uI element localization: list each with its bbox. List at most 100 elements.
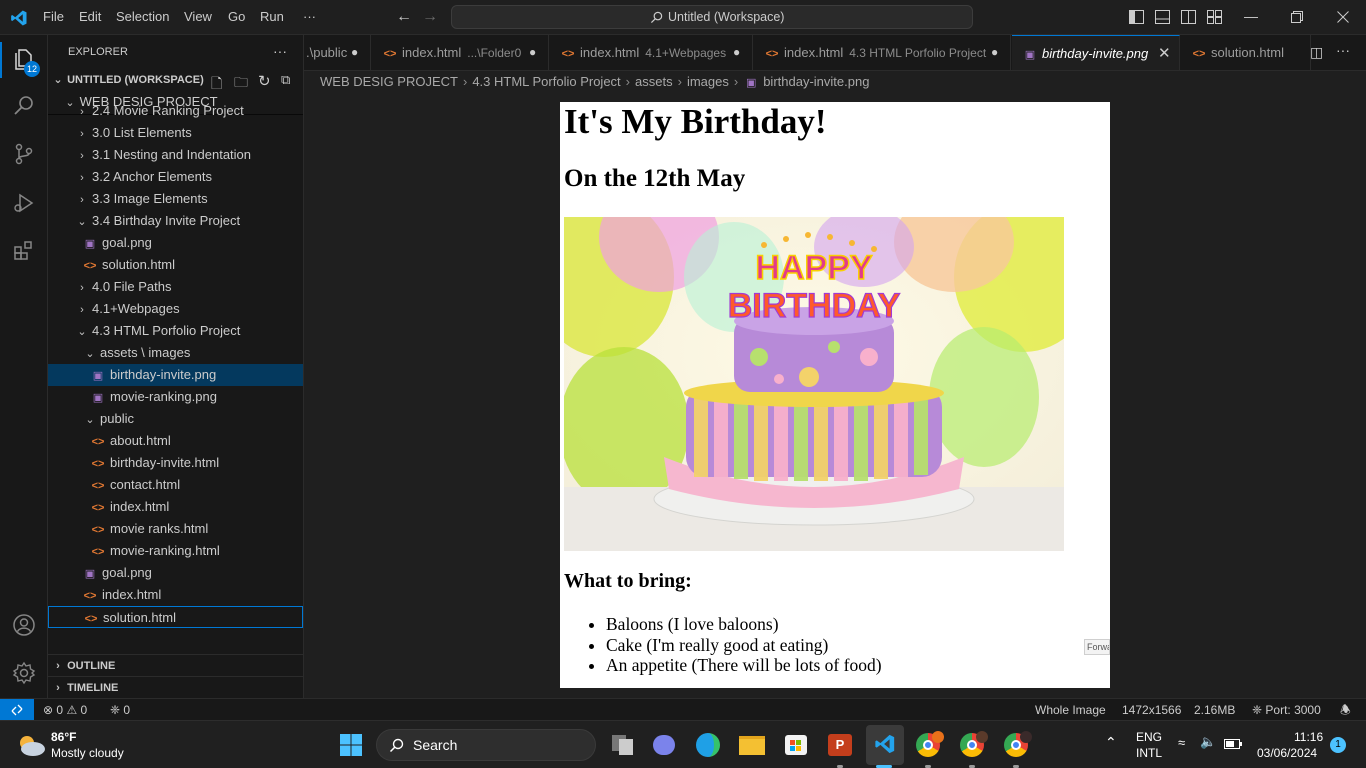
- tree-file[interactable]: <> contact.html: [48, 474, 303, 496]
- image-preview[interactable]: It's My Birthday! On the 12th May HAPPY …: [560, 102, 1110, 688]
- unsaved-dot-icon[interactable]: ●: [529, 35, 536, 70]
- tree-file[interactable]: ▣ goal.png: [48, 562, 303, 584]
- tree-file[interactable]: <> index.html: [48, 584, 303, 606]
- tree-folder[interactable]: ⌄ 4.3 HTML Porfolio Project: [48, 320, 303, 342]
- collapse-all-icon[interactable]: ⧉: [281, 72, 290, 88]
- menu-file[interactable]: File: [43, 9, 64, 24]
- tree-file[interactable]: <> birthday-invite.html: [48, 452, 303, 474]
- clock-time[interactable]: 11:16: [1294, 730, 1323, 744]
- live-server-port[interactable]: ❈ Port: 3000: [1252, 699, 1321, 721]
- close-tab-icon[interactable]: ✕: [1158, 36, 1171, 70]
- menu-view[interactable]: View: [184, 9, 212, 24]
- volume-icon[interactable]: 🔈: [1200, 734, 1216, 750]
- tab-active[interactable]: ▣ birthday-invite.png ✕: [1012, 35, 1180, 70]
- weather-temp[interactable]: 86°F: [51, 730, 76, 744]
- tree-file[interactable]: <> solution.html: [48, 606, 303, 628]
- wifi-icon[interactable]: ≈: [1178, 735, 1185, 750]
- notification-badge[interactable]: 1: [1330, 737, 1346, 753]
- explorer-more-icon[interactable]: ···: [273, 43, 287, 59]
- run-debug-icon[interactable]: [12, 191, 36, 215]
- chrome-profile-3-icon[interactable]: [1000, 729, 1032, 761]
- breadcrumb-item[interactable]: 4.3 HTML Porfolio Project: [472, 74, 620, 89]
- tab[interactable]: <> solution.html: [1181, 35, 1311, 70]
- menu-more[interactable]: ···: [303, 9, 316, 24]
- file-explorer-icon[interactable]: [736, 729, 768, 761]
- toggle-secondary-sidebar-icon[interactable]: [1181, 10, 1196, 24]
- menu-go[interactable]: Go: [228, 9, 245, 24]
- language-line-2[interactable]: INTL: [1136, 746, 1162, 760]
- notifications-bell-icon[interactable]: 🕭: [1340, 699, 1351, 721]
- breadcrumb-item[interactable]: assets: [635, 74, 673, 89]
- minimize-icon[interactable]: —: [1244, 8, 1258, 24]
- outline-section[interactable]: › OUTLINE: [48, 655, 303, 677]
- split-editor-icon[interactable]: ◫: [1310, 44, 1323, 61]
- language-line-1[interactable]: ENG: [1136, 730, 1162, 744]
- forward-port-tooltip[interactable]: Forwa: [1084, 639, 1110, 655]
- ports-indicator[interactable]: ❈ 0: [110, 699, 130, 721]
- tree-folder[interactable]: › 2.4 Movie Ranking Project: [48, 105, 303, 122]
- chat-icon[interactable]: [648, 729, 680, 761]
- tab[interactable]: .\public ●: [304, 35, 371, 70]
- toggle-primary-sidebar-icon[interactable]: [1129, 10, 1144, 24]
- unsaved-dot-icon[interactable]: ●: [351, 35, 358, 70]
- tree-file[interactable]: ▣ birthday-invite.png: [48, 364, 303, 386]
- tree-folder[interactable]: › 3.2 Anchor Elements: [48, 166, 303, 188]
- tree-file[interactable]: ▣ movie-ranking.png: [48, 386, 303, 408]
- refresh-icon[interactable]: ↻: [258, 72, 271, 90]
- powerpoint-icon[interactable]: P: [824, 729, 856, 761]
- source-control-icon[interactable]: [12, 142, 36, 166]
- vscode-taskbar-icon[interactable]: [866, 725, 904, 765]
- tree-folder[interactable]: › 3.0 List Elements: [48, 122, 303, 144]
- zoom-mode[interactable]: Whole Image: [1035, 699, 1106, 721]
- tree-file[interactable]: <> movie ranks.html: [48, 518, 303, 540]
- tree-folder[interactable]: › 4.0 File Paths: [48, 276, 303, 298]
- taskbar-search[interactable]: Search: [376, 729, 596, 761]
- menu-selection[interactable]: Selection: [116, 9, 169, 24]
- forward-arrow-icon[interactable]: →: [422, 8, 438, 26]
- tree-file[interactable]: <> about.html: [48, 430, 303, 452]
- command-center[interactable]: Untitled (Workspace): [451, 5, 973, 29]
- settings-gear-icon[interactable]: [12, 661, 36, 685]
- tree-file[interactable]: <> index.html: [48, 496, 303, 518]
- tree-folder[interactable]: ⌄ 3.4 Birthday Invite Project: [48, 210, 303, 232]
- tree-file[interactable]: ▣ goal.png: [48, 232, 303, 254]
- breadcrumb-item[interactable]: images: [687, 74, 729, 89]
- tab[interactable]: <> index.html ...\Folder0 ●: [372, 35, 549, 70]
- weather-desc[interactable]: Mostly cloudy: [51, 746, 124, 760]
- unsaved-dot-icon[interactable]: ●: [733, 35, 740, 70]
- breadcrumb-item[interactable]: WEB DESIG PROJECT: [320, 74, 458, 89]
- tree-folder[interactable]: › 3.1 Nesting and Indentation: [48, 144, 303, 166]
- unsaved-dot-icon[interactable]: ●: [991, 35, 998, 70]
- tree-folder[interactable]: › 4.1+Webpages: [48, 298, 303, 320]
- more-actions-icon[interactable]: ···: [1336, 42, 1350, 58]
- menu-edit[interactable]: Edit: [79, 9, 101, 24]
- store-icon[interactable]: [780, 729, 812, 761]
- edge-browser-icon[interactable]: [692, 729, 724, 761]
- chevron-up-icon[interactable]: ⌃: [1105, 734, 1117, 751]
- tree-file[interactable]: <> solution.html: [48, 254, 303, 276]
- tree-folder[interactable]: ⌄ public: [48, 408, 303, 430]
- chrome-profile-1-icon[interactable]: [912, 729, 944, 761]
- back-arrow-icon[interactable]: ←: [396, 8, 412, 26]
- breadcrumb-item[interactable]: birthday-invite.png: [763, 74, 869, 89]
- windows-start-icon[interactable]: [339, 733, 363, 757]
- search-icon[interactable]: [12, 94, 36, 118]
- chrome-profile-2-icon[interactable]: [956, 729, 988, 761]
- extensions-icon[interactable]: [12, 239, 36, 263]
- tab[interactable]: <> index.html 4.3 HTML Porfolio Project ●: [754, 35, 1011, 70]
- tree-folder[interactable]: › 3.3 Image Elements: [48, 188, 303, 210]
- tree-folder[interactable]: ⌄ assets \ images: [48, 342, 303, 364]
- tree-file[interactable]: <> movie-ranking.html: [48, 540, 303, 562]
- accounts-icon[interactable]: [12, 613, 36, 637]
- restore-icon[interactable]: [1291, 11, 1303, 23]
- problems-indicator[interactable]: ⊗ 0 ⚠ 0: [43, 699, 87, 721]
- tab[interactable]: <> index.html 4.1+Webpages ●: [550, 35, 753, 70]
- timeline-section[interactable]: › TIMELINE: [48, 677, 303, 699]
- customize-layout-icon[interactable]: [1207, 10, 1222, 24]
- toggle-panel-icon[interactable]: [1155, 10, 1170, 24]
- battery-icon[interactable]: [1224, 739, 1242, 749]
- menu-run[interactable]: Run: [260, 9, 284, 24]
- task-view-icon[interactable]: [606, 729, 638, 761]
- close-window-icon[interactable]: [1337, 11, 1349, 23]
- remote-indicator[interactable]: [0, 699, 34, 721]
